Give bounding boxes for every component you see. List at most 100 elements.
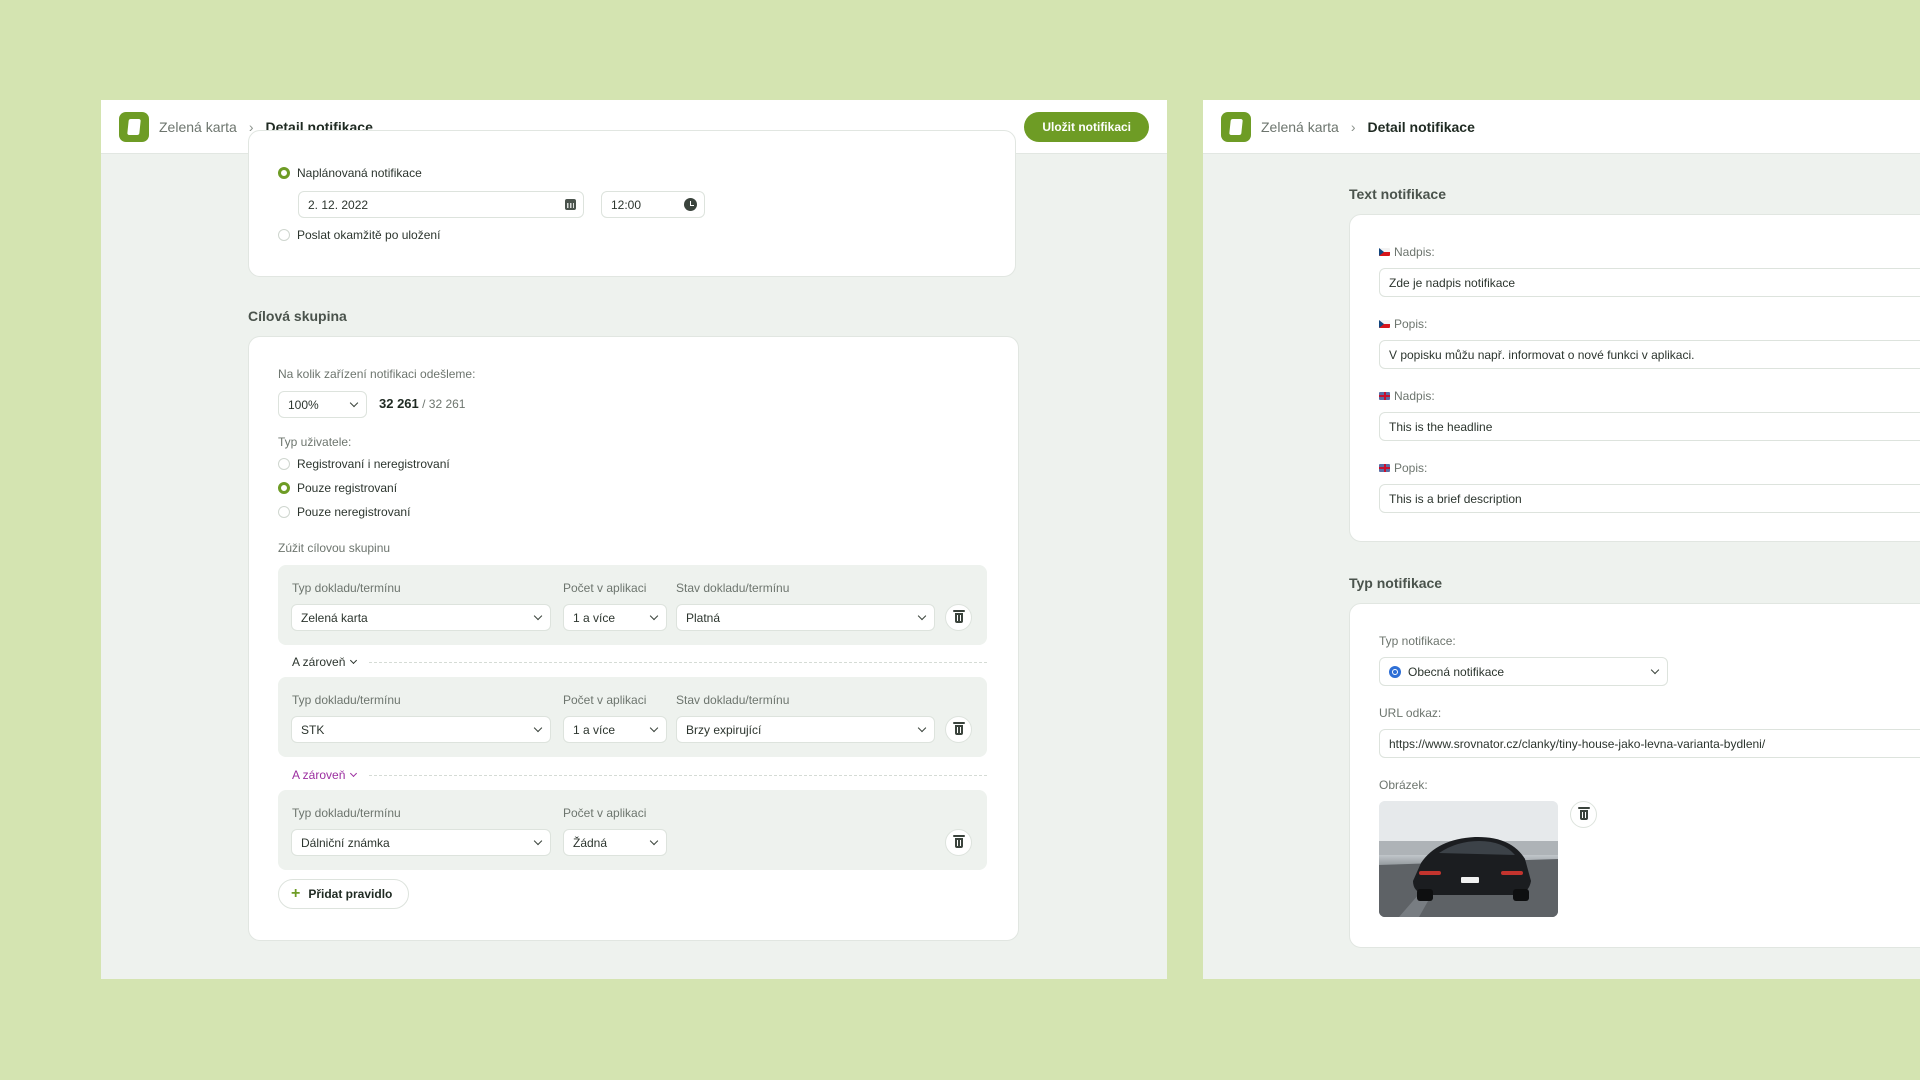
- rule-box: Typ dokladu/termínu Počet v aplikaci Sta…: [278, 565, 987, 645]
- app-logo-icon[interactable]: [1221, 111, 1251, 142]
- trash-icon: [953, 610, 965, 623]
- delete-rule-button[interactable]: [945, 829, 972, 856]
- and-toggle[interactable]: A zároveň: [292, 768, 358, 782]
- radio-user-type-registered-label: Pouze registrovaní: [297, 481, 398, 495]
- chevron-down-icon: [649, 836, 659, 846]
- radio-user-type-all-dot[interactable]: [278, 458, 290, 470]
- trash-icon: [1578, 807, 1590, 820]
- description-en-label: Popis:: [1379, 461, 1427, 475]
- trash-icon: [953, 722, 965, 735]
- schedule-card: Naplánovaná notifikace 2. 12. 2022 12:00…: [248, 130, 1016, 277]
- rule-count-select[interactable]: 1 a více: [563, 604, 667, 631]
- car-photo: [1379, 801, 1558, 917]
- rule-state-select[interactable]: Platná: [676, 604, 935, 631]
- divider: [369, 662, 987, 663]
- device-count: 32 261 / 32 261: [379, 396, 465, 411]
- clock-icon[interactable]: [684, 198, 697, 211]
- uk-flag-icon: [1379, 464, 1390, 472]
- info-icon: [1389, 665, 1401, 678]
- radio-user-type-registered[interactable]: Pouze registrovaní: [278, 481, 397, 495]
- text-section-title: Text notifikace: [1349, 186, 1446, 202]
- chevron-down-icon: [349, 398, 359, 408]
- rule-count-value: 1 a více: [573, 610, 616, 625]
- radio-user-type-unregistered-dot[interactable]: [278, 506, 290, 518]
- app-logo-icon[interactable]: [119, 111, 149, 142]
- radio-send-now[interactable]: Poslat okamžitě po uložení: [278, 228, 440, 242]
- radio-user-type-registered-dot[interactable]: [278, 482, 290, 494]
- rule-type-value: Dálniční známka: [301, 835, 390, 850]
- chevron-down-icon: [649, 723, 659, 733]
- description-cz-value: V popisku můžu např. informovat o nové f…: [1389, 347, 1695, 362]
- date-value: 2. 12. 2022: [308, 197, 369, 212]
- chevron-down-icon: [917, 723, 927, 733]
- chevron-down-icon: [649, 611, 659, 621]
- radio-send-now-label: Poslat okamžitě po uložení: [297, 228, 441, 242]
- target-group-title: Cílová skupina: [248, 308, 347, 324]
- chevron-down-icon: [350, 656, 358, 665]
- breadcrumb-app[interactable]: Zelená karta: [1261, 119, 1339, 135]
- calendar-icon[interactable]: [565, 199, 576, 210]
- rule-box: Typ dokladu/termínu Počet v aplikaci Sta…: [278, 677, 987, 757]
- description-en-input[interactable]: This is a brief description: [1379, 484, 1920, 513]
- radio-planned[interactable]: Naplánovaná notifikace: [278, 166, 422, 180]
- rule-box: Typ dokladu/termínu Počet v aplikaci Dál…: [278, 790, 987, 870]
- target-group-card: Na kolik zařízení notifikaci odešleme: 1…: [248, 336, 1019, 941]
- uk-flag-icon: [1379, 392, 1390, 400]
- rule-state-header: Stav dokladu/termínu: [676, 581, 790, 595]
- delete-image-button[interactable]: [1570, 801, 1597, 828]
- breadcrumb-app[interactable]: Zelená karta: [159, 119, 237, 135]
- radio-send-now-dot[interactable]: [278, 229, 290, 241]
- breadcrumb-current: Detail notifikace: [1367, 118, 1475, 135]
- rule-count-header: Počet v aplikaci: [563, 693, 647, 707]
- rule-type-value: Zelená karta: [301, 610, 368, 625]
- rule-type-header: Typ dokladu/termínu: [292, 806, 401, 820]
- delete-rule-button[interactable]: [945, 716, 972, 743]
- divider: [369, 775, 987, 776]
- rule-state-value: Platná: [686, 610, 721, 625]
- radio-planned-label: Naplánovaná notifikace: [297, 166, 422, 180]
- url-input[interactable]: https://www.srovnator.cz/clanky/tiny-hou…: [1379, 729, 1920, 758]
- chevron-down-icon: [533, 611, 543, 621]
- save-notification-button[interactable]: Uložit notifikaci: [1024, 112, 1149, 142]
- delete-rule-button[interactable]: [945, 604, 972, 631]
- description-cz-input[interactable]: V popisku můžu např. informovat o nové f…: [1379, 340, 1920, 369]
- and-toggle-label: A zároveň: [292, 768, 346, 782]
- rule-type-select[interactable]: Dálniční známka: [291, 829, 551, 856]
- radio-user-type-all[interactable]: Registrovaní i neregistrovaní: [278, 457, 450, 471]
- chevron-down-icon: [917, 611, 927, 621]
- breadcrumb-separator-icon: ›: [1350, 118, 1356, 135]
- rule-count-select[interactable]: Žádná: [563, 829, 667, 856]
- headline-cz-input[interactable]: Zde je nadpis notifikace: [1379, 268, 1920, 297]
- time-input[interactable]: 12:00: [601, 191, 705, 218]
- description-cz-label: Popis:: [1379, 317, 1427, 331]
- device-count-separator: /: [418, 397, 429, 411]
- headline-cz-label: Nadpis:: [1379, 245, 1435, 259]
- radio-planned-dot[interactable]: [278, 167, 290, 179]
- rule-type-select[interactable]: STK: [291, 716, 551, 743]
- plus-icon: +: [291, 885, 301, 902]
- headline-en-input[interactable]: This is the headline: [1379, 412, 1920, 441]
- devices-question: Na kolik zařízení notifikaci odešleme:: [278, 367, 476, 381]
- date-input[interactable]: 2. 12. 2022: [298, 191, 584, 218]
- type-label: Typ notifikace:: [1379, 634, 1456, 648]
- rule-state-select[interactable]: Brzy expirující: [676, 716, 935, 743]
- radio-user-type-all-label: Registrovaní i neregistrovaní: [297, 457, 450, 471]
- rule-type-select[interactable]: Zelená karta: [291, 604, 551, 631]
- radio-user-type-unregistered-label: Pouze neregistrovaní: [297, 505, 411, 519]
- radio-user-type-unregistered[interactable]: Pouze neregistrovaní: [278, 505, 410, 519]
- add-rule-button[interactable]: + Přidat pravidlo: [278, 879, 410, 909]
- notification-type-select[interactable]: Obecná notifikace: [1379, 657, 1668, 686]
- chevron-down-icon: [350, 769, 358, 778]
- left-screen: Zelená karta › Detail notifikace Uložit …: [101, 100, 1167, 979]
- rule-state-value: Brzy expirující: [686, 722, 762, 737]
- rule-count-select[interactable]: 1 a více: [563, 716, 667, 743]
- rule-count-value: Žádná: [573, 835, 608, 850]
- rule-state-header: Stav dokladu/termínu: [676, 693, 790, 707]
- type-section-title: Typ notifikace: [1349, 575, 1443, 591]
- rule-count-value: 1 a více: [573, 722, 616, 737]
- right-screen: Zelená karta › Detail notifikace Text no…: [1203, 100, 1920, 979]
- percent-select[interactable]: 100%: [278, 391, 367, 418]
- device-count-value: 32 261: [379, 396, 419, 411]
- czech-flag-icon: [1379, 248, 1390, 256]
- and-toggle[interactable]: A zároveň: [292, 655, 358, 669]
